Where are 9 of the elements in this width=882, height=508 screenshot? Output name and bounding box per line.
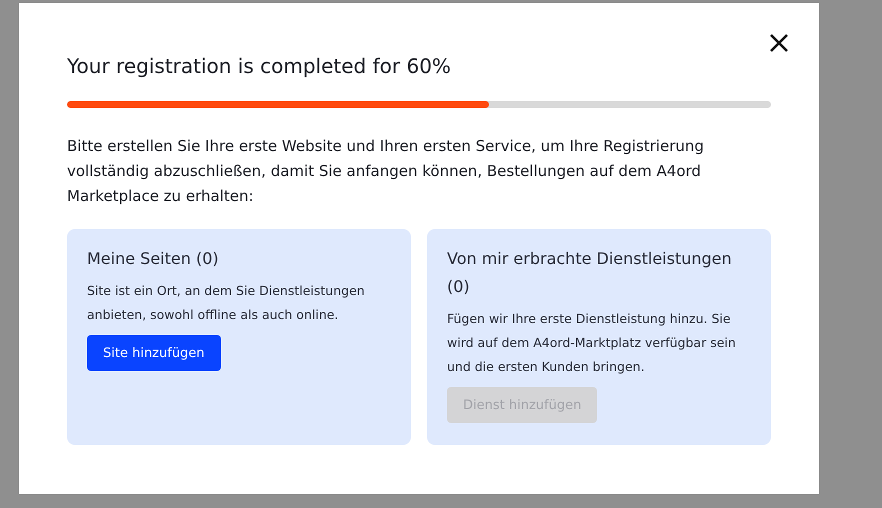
close-button[interactable] (769, 33, 789, 53)
intro-text: Bitte erstellen Sie Ihre erste Website und Ihren ersten Service, um Ihre Registrierung vollständig abzuschließen, damit Sie anfangen können, Bestellungen auf dem A4ord Marketplace zu erhalten: (67, 136, 705, 207)
add-site-button[interactable]: Site hinzufügen (87, 335, 221, 371)
card-description: Fügen wir Ihre erste Dienstleistung hinzu. Sie wird auf dem A4ord-Marktplatz verfügbar sein und die ersten Kunden bringen. (447, 310, 737, 376)
card-title: Von mir erbrachte Dienstleistungen (0) (447, 248, 733, 298)
card-description: Site ist ein Ort, an dem Sie Dienstleistungen anbieten, sowohl offline als auch online. (87, 282, 366, 324)
close-icon (769, 33, 789, 53)
card-title: Meine Seiten (0) (87, 248, 220, 270)
modal-title: Your registration is completed for 60% (67, 53, 452, 80)
